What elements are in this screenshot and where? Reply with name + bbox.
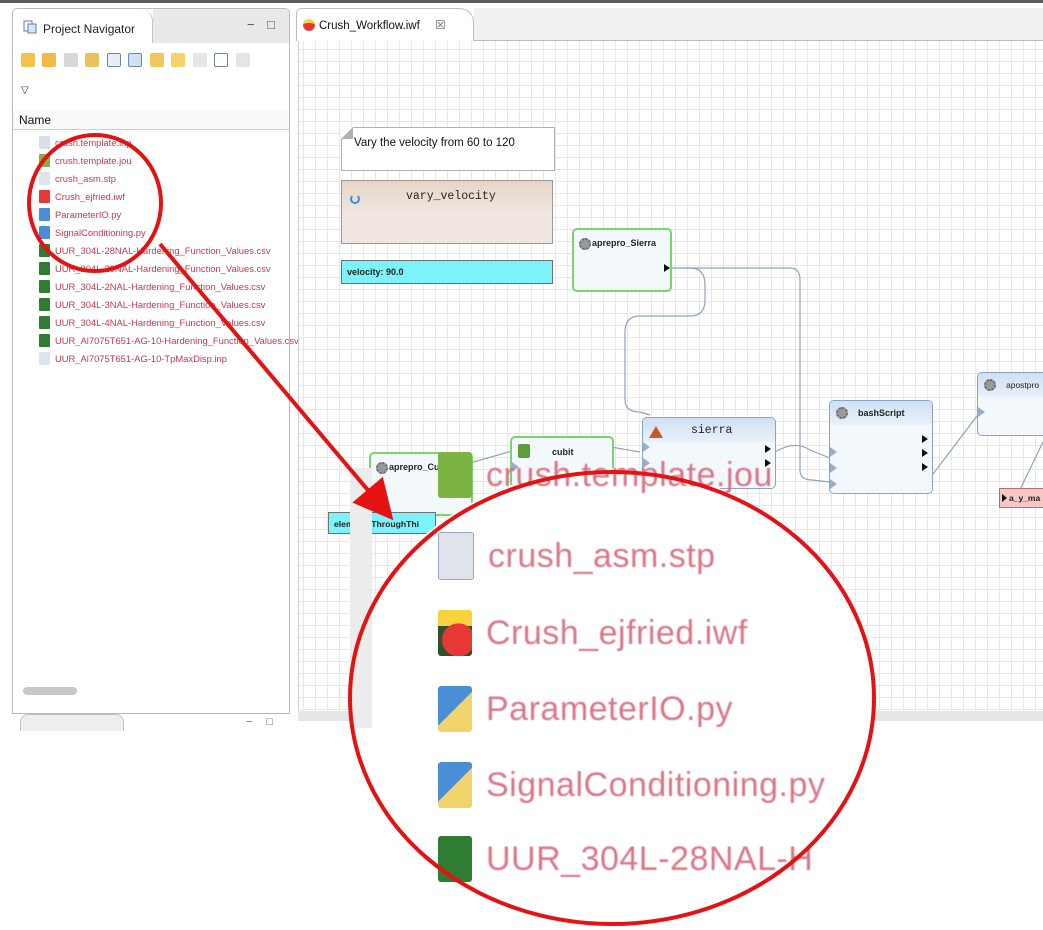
highlight-circle [27,133,163,273]
zoom-callout-circle [348,470,876,926]
annotation-arrow [158,242,394,521]
annotation-layer [27,133,876,926]
